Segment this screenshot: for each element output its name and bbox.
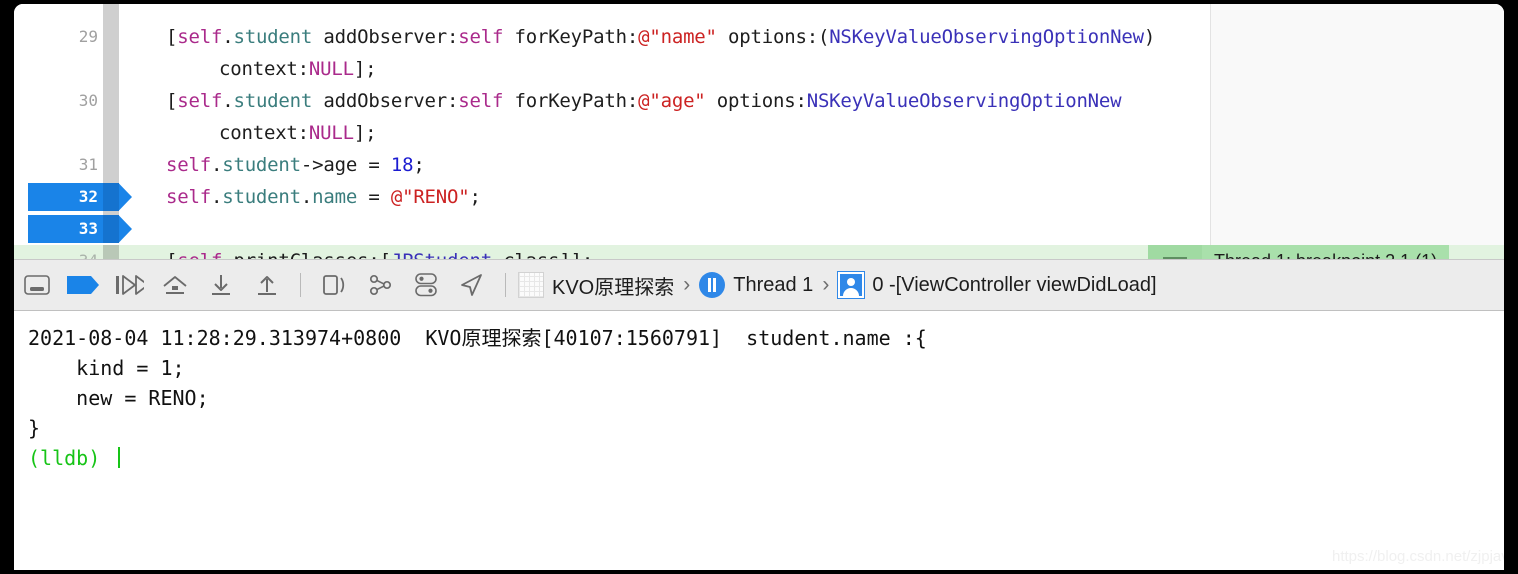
breadcrumb-process[interactable]: KVO原理探索: [516, 271, 676, 300]
code-line[interactable]: 29 [self.student addObserver:self forKeyP…: [14, 21, 1504, 53]
thread-icon: [699, 272, 726, 298]
code-text: [self.student addObserver:self forKeyPat…: [166, 26, 1156, 48]
debug-console[interactable]: 2021-08-04 11:28:29.313974+0800 KVO原理探索[…: [14, 311, 1504, 570]
debug-view-hierarchy-button[interactable]: [311, 259, 357, 311]
step-into-icon: [212, 275, 230, 295]
breadcrumb-frame[interactable]: 0 -[ViewController viewDidLoad]: [836, 271, 1158, 299]
location-arrow-icon: [461, 274, 482, 296]
code-text: [self printClasses:[JPStudent class]];: [166, 245, 593, 259]
debug-memory-graph-button[interactable]: [357, 259, 403, 311]
step-into-button[interactable]: [198, 259, 244, 311]
toolbar-divider: [300, 273, 301, 297]
console-output: 2021-08-04 11:28:29.313974+0800 KVO原理探索[…: [28, 323, 927, 473]
console-line: }: [28, 416, 41, 440]
line-number: 33: [78, 219, 98, 238]
breadcrumb-frame-label: 0 -[ViewController viewDidLoad]: [872, 273, 1157, 296]
continue-icon: [116, 275, 144, 295]
console-line: kind = 1;: [28, 356, 185, 380]
breadcrumb-thread[interactable]: Thread 1: [697, 272, 815, 298]
debug-toolbar[interactable]: KVO原理探索 › Thread 1 › 0 -[ViewController …: [14, 259, 1504, 311]
gutter-change-bar-segment: [103, 245, 119, 259]
annotation-drag-handle[interactable]: [1148, 245, 1202, 259]
line-number: 31: [78, 155, 98, 174]
window-left-edge: [0, 0, 14, 574]
simulate-location-button[interactable]: [449, 259, 495, 311]
line-number: 30: [78, 91, 98, 110]
breadcrumb-thread-label: Thread 1: [733, 273, 814, 296]
code-line[interactable]: context:NULL];: [14, 117, 1504, 149]
continue-button[interactable]: [106, 259, 152, 311]
code-text: [self.student addObserver:self forKeyPat…: [166, 90, 1122, 112]
code-line[interactable]: 32 self.student.name = @"RENO";: [14, 181, 1504, 213]
code-text: context:NULL];: [219, 58, 377, 80]
annotation-message: Thread 1: breakpoint 2.1 (1): [1202, 251, 1449, 260]
breakpoint-icon: [67, 276, 99, 294]
code-line[interactable]: 31 self.student->age = 18;: [14, 149, 1504, 181]
line-number: 34: [14, 245, 98, 259]
watermark-text: https://blog.csdn.net/zjpjav: [1332, 548, 1504, 565]
code-text: self.student->age = 18;: [166, 154, 425, 176]
chevron-right-icon-2: ›: [822, 273, 830, 296]
memory-graph-icon: [369, 274, 392, 296]
environment-overrides-button[interactable]: [403, 259, 449, 311]
breakpoint-gutter-notch: [103, 215, 119, 243]
console-line: new = RENO;: [28, 386, 209, 410]
breadcrumb-process-label: KVO原理探索: [552, 276, 675, 299]
thread-breakpoint-annotation[interactable]: Thread 1: breakpoint 2.1 (1): [1148, 245, 1450, 260]
panel-icon: [24, 275, 50, 295]
step-over-icon: [163, 276, 187, 294]
debug-breadcrumb[interactable]: KVO原理探索 › Thread 1 › 0 -[ViewController …: [516, 259, 1159, 311]
line-number: 29: [78, 27, 98, 46]
source-editor[interactable]: 29 [self.student addObserver:self forKeyP…: [14, 4, 1504, 259]
code-line[interactable]: 30 [self.student addObserver:self forKeyP…: [14, 85, 1504, 117]
step-out-icon: [258, 276, 276, 295]
code-text: context:NULL];: [219, 122, 377, 144]
console-cursor: [118, 447, 121, 468]
step-over-button[interactable]: [152, 259, 198, 311]
xcode-window: 29 [self.student addObserver:self forKeyP…: [14, 4, 1504, 570]
window-right-edge: [1504, 0, 1518, 574]
line-number: 32: [78, 187, 98, 206]
stack-frame-person-icon: [837, 271, 866, 299]
code-line[interactable]: context:NULL];: [14, 53, 1504, 85]
code-text: self.student.name = @"RENO";: [166, 186, 481, 208]
toggles-icon: [415, 273, 437, 297]
code-line[interactable]: 33: [14, 213, 1504, 245]
chevron-right-icon-1: ›: [683, 273, 691, 296]
breakpoint-gutter-notch: [103, 183, 119, 211]
toggle-debug-area-button[interactable]: [14, 259, 60, 311]
hamburger-icon: [1163, 253, 1187, 259]
view-hierarchy-icon: [323, 275, 345, 295]
toggle-breakpoints-button[interactable]: [60, 259, 106, 311]
breadcrumb-divider: [505, 273, 506, 297]
app-target-icon: [518, 272, 544, 298]
step-out-button[interactable]: [244, 259, 290, 311]
console-line: 2021-08-04 11:28:29.313974+0800 KVO原理探索[…: [28, 326, 927, 350]
console-line: (lldb): [28, 443, 927, 473]
